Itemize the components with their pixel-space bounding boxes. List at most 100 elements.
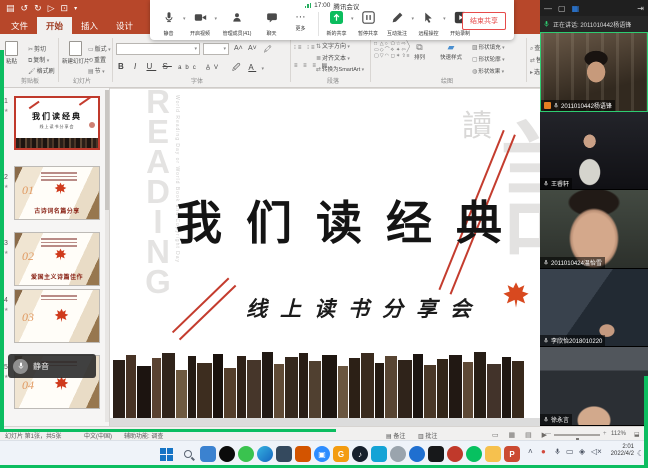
shapes-gallery[interactable]: □△○⬠☆⇨╲ ▭◇⌒⟡✦⇦╱ ▢▽◠◻✶⇧≡ <box>374 42 410 59</box>
browser-app-icon[interactable] <box>409 446 425 462</box>
grow-font-icon[interactable]: A˄ <box>234 45 243 52</box>
wechat-icon[interactable] <box>238 446 254 462</box>
new-slide-button[interactable]: 新建幻灯片 <box>62 41 90 65</box>
shape-fill-button[interactable]: ▨形状填充 ▾ <box>472 43 505 51</box>
grid-view-icon[interactable]: ▦ <box>572 4 580 13</box>
wecom-icon[interactable] <box>466 446 482 462</box>
layout-button[interactable]: ▭版式 ▾ <box>88 44 111 53</box>
fit-to-window-icon[interactable]: ⬓ <box>634 431 640 438</box>
chat-icon <box>266 11 278 29</box>
zoom-slider[interactable] <box>554 434 600 436</box>
participant-video-5[interactable]: 徐永言 <box>540 347 648 426</box>
start-video-button[interactable]: 开启视频 <box>186 11 215 37</box>
slideshow-icon[interactable]: ▷ <box>48 3 55 14</box>
clear-format-icon[interactable]: 🖍 <box>263 45 272 53</box>
manage-members-button[interactable]: 管理成员(41) <box>217 11 257 37</box>
accessibility-status[interactable]: 辅助功能: 调查 <box>124 431 163 440</box>
z-app-icon[interactable] <box>428 446 444 462</box>
gallery-app-icon[interactable] <box>390 446 406 462</box>
copy-icon: ⧉ <box>28 58 32 64</box>
scrollbar-thumb[interactable] <box>105 90 109 210</box>
new-share-button[interactable]: 新的共享 <box>322 11 351 37</box>
save-icon[interactable]: ▤ <box>6 3 15 14</box>
collapse-panel-icon[interactable]: ⇥ <box>637 4 644 13</box>
text-direction-button[interactable]: ⇅文字方向 ▾ <box>316 41 350 50</box>
more-button[interactable]: ⋯ 更多 <box>286 11 315 32</box>
comments-toggle[interactable]: ▥ 批注 <box>418 431 437 440</box>
copy-button[interactable]: ⧉复制 ▾ <box>28 55 49 65</box>
powerpoint-icon[interactable]: P <box>504 446 520 462</box>
office-icon[interactable] <box>295 446 311 462</box>
tray-expand-icon[interactable]: ˄ <box>528 447 533 456</box>
participant-video-2[interactable]: 王睿轩 <box>540 112 648 191</box>
tray-network-icon[interactable]: ◈ <box>579 447 585 456</box>
end-share-button[interactable]: 结束共享 <box>462 12 506 30</box>
font-style-buttons[interactable]: B I U S abc A̲V <box>118 62 222 71</box>
slide-thumbnail-3[interactable]: 02 爱国主义诗篇佳作 <box>14 232 100 286</box>
qat-dropdown-icon[interactable]: ▾ <box>74 5 77 12</box>
language-indicator[interactable]: 中文(中国) <box>84 431 112 440</box>
view-mode-buttons[interactable]: ▭ ▦ ▤ ▶ <box>492 431 551 439</box>
slide-thumbnail-4[interactable]: 03 <box>14 289 100 343</box>
start-button[interactable] <box>158 446 174 462</box>
annotation-button[interactable]: 互动批注 <box>383 11 412 37</box>
meeting-video-panel: — ▢ ▦ ⇥ 正在讲话: 2011010442杨语锋 2011010442杨语… <box>540 0 648 426</box>
font-color-buttons[interactable]: 🖉 A ▾ <box>232 62 267 76</box>
new-slide-label: 新建幻灯片 <box>62 57 90 65</box>
paste-button[interactable]: 粘贴 <box>5 41 18 65</box>
taskbar-clock[interactable]: 2:01 2022/4/2 <box>611 444 634 458</box>
smartart-button[interactable]: ⇄转换为SmartArt ▾ <box>316 65 364 73</box>
section-button[interactable]: ▤节 ▾ <box>88 66 105 75</box>
zoom-percentage[interactable]: 112% <box>611 431 626 437</box>
tray-mic-icon[interactable] <box>554 447 561 458</box>
mute-button[interactable]: 静音 <box>154 11 183 37</box>
chat-button[interactable]: 聊天 <box>257 11 286 37</box>
zoom-in-button[interactable]: + <box>603 431 607 437</box>
security-app-icon[interactable] <box>276 446 292 462</box>
edge-icon[interactable] <box>257 446 273 462</box>
remote-control-button[interactable]: 远程操控 <box>414 11 443 37</box>
notes-toggle[interactable]: ▤ 备注 <box>386 431 405 440</box>
shape-outline-button[interactable]: ▢形状轮廓 ▾ <box>472 55 505 63</box>
tray-display-icon[interactable]: ▭ <box>566 447 574 456</box>
minimize-icon[interactable]: — <box>544 4 552 13</box>
music-app-icon[interactable]: ♪ <box>352 446 368 462</box>
pause-share-button[interactable]: 暂停共享 <box>354 11 383 37</box>
participant-video-3[interactable]: 2011010424温怡雪 <box>540 190 648 269</box>
task-view-icon[interactable] <box>200 446 216 462</box>
slide-canvas[interactable]: R E A D I N G World Reading Day or World… <box>110 88 540 426</box>
tencent-meeting-icon[interactable]: ▣ <box>314 446 330 462</box>
font-size-select[interactable]: ▾ <box>203 43 229 55</box>
qq-icon[interactable] <box>219 446 235 462</box>
slide-subtitle[interactable]: 线上读书分享会 <box>246 293 484 323</box>
notification-center-icon[interactable]: ☾ <box>637 449 644 458</box>
undo-icon[interactable]: ↺ <box>21 3 29 14</box>
netease-music-icon[interactable] <box>447 446 463 462</box>
layout-icon[interactable]: ▢ <box>558 4 566 13</box>
font-name-select[interactable]: ▾ <box>116 43 200 55</box>
slide-thumbnail-2[interactable]: 01 古诗词名篇分享 <box>14 166 100 220</box>
thumbnail-scrollbar[interactable] <box>105 90 109 422</box>
game-center-icon[interactable]: G <box>333 446 349 462</box>
slide-thumbnail-1[interactable]: 我们读经典 线上读书分享会 <box>14 96 100 150</box>
present-icon[interactable]: ⊡ <box>61 3 69 14</box>
zoom-out-button[interactable]: — <box>545 431 551 437</box>
tray-recording-icon[interactable]: ● <box>541 447 546 456</box>
shrink-font-icon[interactable]: A˅ <box>248 45 257 52</box>
redo-icon[interactable]: ↻ <box>34 3 42 14</box>
arrange-button[interactable]: ⧉ 排列 <box>414 42 425 61</box>
participant-video-1[interactable]: 2011010442杨语锋 <box>540 32 648 112</box>
slide-title[interactable]: 我们读经典 <box>176 187 526 253</box>
search-icon[interactable] <box>180 446 196 462</box>
align-text-button[interactable]: ≣对齐文本 ▾ <box>316 53 350 62</box>
tray-volume-icon[interactable]: ◁× <box>591 447 602 456</box>
reset-button[interactable]: ⟲重置 <box>88 55 106 64</box>
format-painter-button[interactable]: 🖌格式刷 <box>28 66 55 75</box>
cut-button[interactable]: ✂剪切 <box>28 44 46 53</box>
quick-styles-button[interactable]: ▰ 快速样式 <box>440 42 462 61</box>
file-explorer-icon[interactable] <box>485 446 501 462</box>
bullet-list-buttons[interactable]: ⁝≡ ⁝≡ <box>294 44 316 51</box>
shape-effects-button[interactable]: ◍形状效果 ▾ <box>472 67 504 75</box>
participant-video-4[interactable]: 李欣怡2018010220 <box>540 269 648 348</box>
cloud-app-icon[interactable] <box>371 446 387 462</box>
